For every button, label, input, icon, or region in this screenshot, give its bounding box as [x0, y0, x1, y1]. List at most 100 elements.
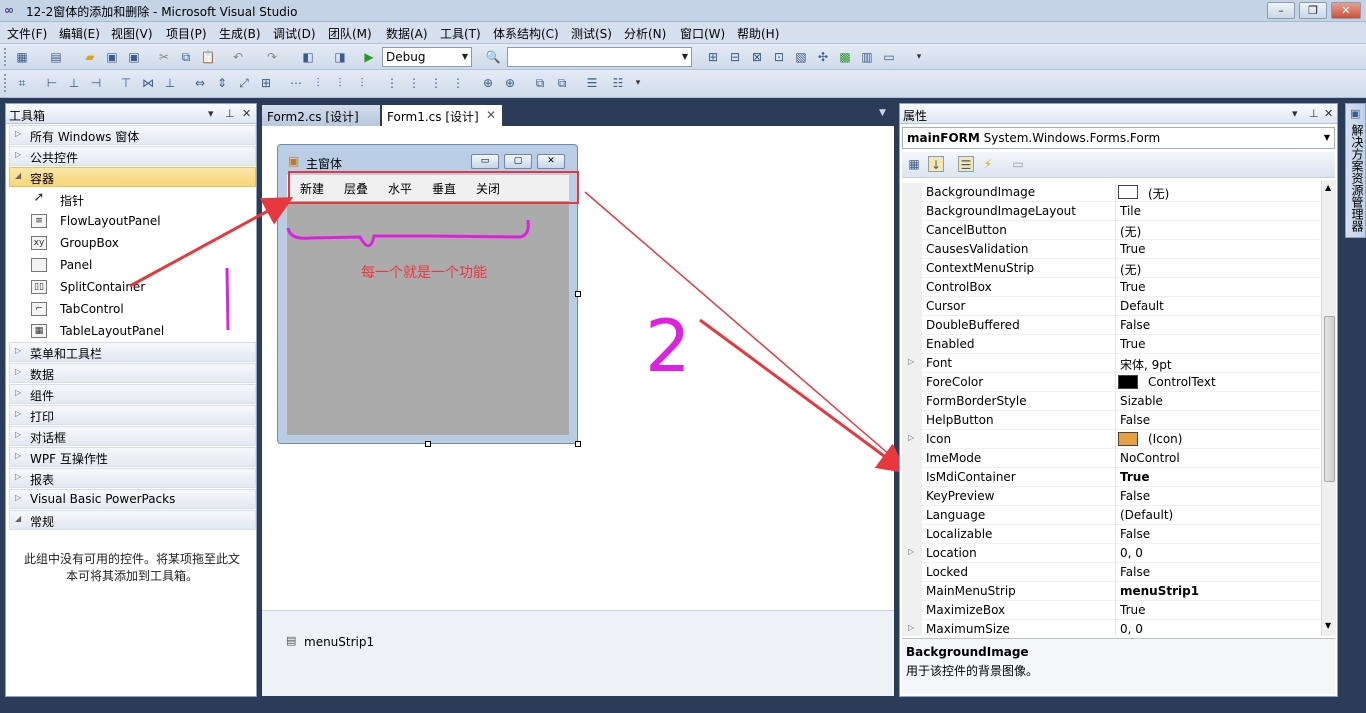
property-row-gutter	[902, 506, 922, 525]
property-value[interactable]: True	[1120, 242, 1146, 256]
solution-explorer-side-tab[interactable]: ▣ 解决方案资源管理器	[1345, 103, 1366, 238]
color-swatch	[1118, 185, 1138, 199]
property-row[interactable]: ▷ Icon (Icon)	[902, 430, 1320, 449]
property-value[interactable]: menuStrip1	[1120, 584, 1199, 598]
chevron-down-icon: ▼	[1323, 133, 1330, 142]
property-value[interactable]: (Icon)	[1148, 432, 1182, 446]
property-value[interactable]: False	[1120, 318, 1150, 332]
auto-hide-pin-icon[interactable]: ⊥	[1309, 107, 1319, 120]
property-value[interactable]: Tile	[1120, 204, 1141, 218]
property-value[interactable]: False	[1120, 565, 1150, 579]
property-value[interactable]: Default	[1120, 299, 1164, 313]
property-description: BackgroundImage 用于该控件的背景图像。	[902, 638, 1335, 694]
properties-view-icon[interactable]: ☰	[958, 156, 974, 172]
scroll-up-icon[interactable]: ▲	[1325, 183, 1331, 192]
property-row[interactable]: ImeMode NoControl	[902, 449, 1320, 468]
property-row[interactable]: CancelButton (无)	[902, 221, 1320, 240]
column-separator	[1115, 487, 1116, 506]
property-name: KeyPreview	[926, 489, 995, 503]
scroll-down-icon[interactable]: ▼	[1325, 621, 1331, 630]
property-row-gutter	[902, 316, 922, 335]
property-row[interactable]: MaximizeBox True	[902, 601, 1320, 620]
window-position-icon[interactable]: ▾	[1292, 107, 1298, 120]
property-value[interactable]: ControlText	[1148, 375, 1216, 389]
property-name: Cursor	[926, 299, 966, 313]
property-row[interactable]: IsMdiContainer True	[902, 468, 1320, 487]
property-value[interactable]: (无)	[1120, 261, 1141, 278]
property-row-gutter	[902, 449, 922, 468]
scroll-thumb[interactable]	[1324, 316, 1335, 482]
property-row[interactable]: KeyPreview False	[902, 487, 1320, 506]
property-value[interactable]: False	[1120, 527, 1150, 541]
properties-title: 属性	[903, 109, 928, 123]
property-name: Language	[926, 508, 986, 522]
status-bar	[0, 705, 1366, 713]
categorized-icon[interactable]: ▦	[906, 156, 922, 172]
object-selector[interactable]: mainFORM System.Windows.Forms.Form ▼	[902, 127, 1335, 149]
property-row[interactable]: BackgroundImage (无)	[902, 183, 1320, 202]
close-icon[interactable]: ✕	[1324, 107, 1333, 120]
property-value[interactable]: (无)	[1148, 185, 1169, 202]
events-lightning-icon[interactable]: ⚡	[980, 156, 996, 172]
property-name: ImeMode	[926, 451, 982, 465]
property-row[interactable]: ▷ MaximumSize 0, 0	[902, 620, 1320, 636]
property-row[interactable]: DoubleBuffered False	[902, 316, 1320, 335]
expand-arrow-icon[interactable]: ▷	[908, 623, 914, 632]
property-value[interactable]: (无)	[1120, 223, 1141, 240]
property-row-gutter	[902, 183, 922, 202]
column-separator	[1115, 335, 1116, 354]
property-row[interactable]: Language (Default)	[902, 506, 1320, 525]
alphabetical-icon[interactable]: ↓	[928, 156, 944, 172]
property-row[interactable]: BackgroundImageLayout Tile	[902, 202, 1320, 221]
property-value[interactable]: False	[1120, 489, 1150, 503]
property-value[interactable]: False	[1120, 413, 1150, 427]
property-pages-icon[interactable]: ▭	[1010, 156, 1026, 172]
property-row[interactable]: Enabled True	[902, 335, 1320, 354]
property-row[interactable]: Cursor Default	[902, 297, 1320, 316]
property-value[interactable]: 0, 0	[1120, 546, 1143, 560]
property-row-gutter	[902, 582, 922, 601]
property-value[interactable]: True	[1120, 280, 1146, 294]
expand-arrow-icon[interactable]: ▷	[908, 433, 914, 442]
column-separator	[1115, 525, 1116, 544]
expand-arrow-icon[interactable]: ▷	[908, 547, 914, 556]
property-row[interactable]: ▷ Location 0, 0	[902, 544, 1320, 563]
property-value[interactable]: Sizable	[1120, 394, 1163, 408]
property-row-gutter	[902, 202, 922, 221]
property-value[interactable]: 宋体, 9pt	[1120, 356, 1172, 373]
column-separator	[1115, 183, 1116, 202]
property-row-gutter	[902, 468, 922, 487]
property-row[interactable]: Locked False	[902, 563, 1320, 582]
property-row-gutter	[902, 373, 922, 392]
expand-arrow-icon[interactable]: ▷	[908, 357, 914, 366]
property-row[interactable]: FormBorderStyle Sizable	[902, 392, 1320, 411]
column-separator	[1115, 316, 1116, 335]
property-row[interactable]: MainMenuStrip menuStrip1	[902, 582, 1320, 601]
property-name: Enabled	[926, 337, 975, 351]
property-row[interactable]: ForeColor ControlText	[902, 373, 1320, 392]
property-row[interactable]: Localizable False	[902, 525, 1320, 544]
property-value[interactable]: (Default)	[1120, 508, 1173, 522]
property-value[interactable]: True	[1120, 470, 1149, 484]
property-row[interactable]: HelpButton False	[902, 411, 1320, 430]
property-grid-scrollbar[interactable]: ▲ ▼	[1321, 180, 1336, 636]
property-value[interactable]: 0, 0	[1120, 622, 1143, 636]
property-row[interactable]: ControlBox True	[902, 278, 1320, 297]
property-name: HelpButton	[926, 413, 994, 427]
property-name: IsMdiContainer	[926, 470, 1016, 484]
property-name: BackgroundImageLayout	[926, 204, 1076, 218]
annotation-arrow-toolbox	[129, 197, 294, 288]
property-value[interactable]: NoControl	[1120, 451, 1180, 465]
property-value[interactable]: True	[1120, 603, 1146, 617]
annotation-note: 每一个就是一个功能	[361, 265, 487, 281]
column-separator	[1115, 221, 1116, 240]
column-separator	[1115, 544, 1116, 563]
menu-highlight-box	[288, 171, 579, 204]
property-row[interactable]: CausesValidation True	[902, 240, 1320, 259]
property-row[interactable]: ▷ Font 宋体, 9pt	[902, 354, 1320, 373]
property-value[interactable]: True	[1120, 337, 1146, 351]
column-separator	[1115, 506, 1116, 525]
property-row[interactable]: ContextMenuStrip (无)	[902, 259, 1320, 278]
column-separator	[1115, 202, 1116, 221]
color-swatch	[1118, 375, 1138, 389]
